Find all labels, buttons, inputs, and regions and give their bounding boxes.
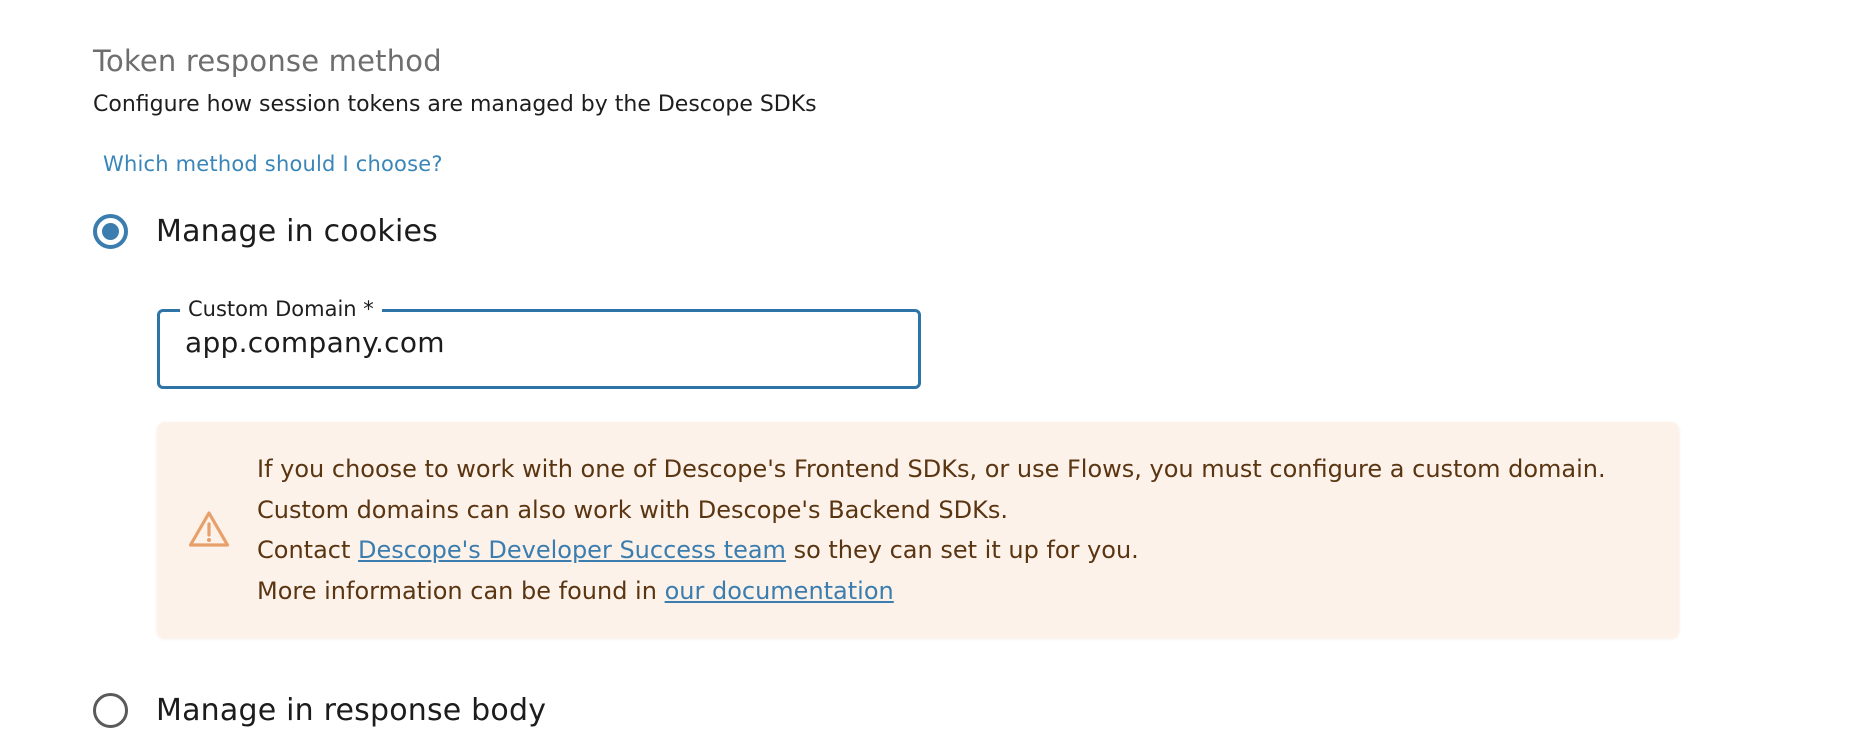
radio-button-cookies-checked[interactable] [93,214,128,249]
warning-triangle-icon [188,511,230,547]
alert-line-4: More information can be found in our doc… [257,571,1606,612]
radio-option-response-body[interactable]: Manage in response body [93,693,546,728]
alert-line-3-prefix: Contact [257,536,359,564]
custom-domain-field[interactable]: Custom Domain * [157,297,921,389]
token-response-method-page: Token response method Configure how sess… [0,0,1876,750]
section-description: Configure how session tokens are managed… [93,92,817,117]
alert-message: If you choose to work with one of Descop… [257,449,1606,611]
alert-line-3-suffix: so they can set it up for you. [785,536,1139,564]
alert-line-1: If you choose to work with one of Descop… [257,455,1606,483]
radio-option-cookies[interactable]: Manage in cookies [93,214,438,249]
documentation-link[interactable]: our documentation [665,577,894,605]
alert-line-2: Custom domains can also work with Descop… [257,495,1008,524]
alert-line-4-prefix: More information can be found in [257,576,665,605]
alert-line-3: Contact Descope's Developer Success team… [257,530,1606,571]
custom-domain-label: Custom Domain * [180,297,382,321]
developer-success-team-link[interactable]: Descope's Developer Success team [358,536,786,564]
radio-label-response-body: Manage in response body [156,693,547,728]
custom-domain-warning-alert: If you choose to work with one of Descop… [157,422,1679,638]
custom-domain-input[interactable] [185,326,885,359]
which-method-help-link[interactable]: Which method should I choose? [103,152,443,176]
radio-label-cookies: Manage in cookies [156,214,438,249]
section-title: Token response method [93,44,442,78]
radio-button-response-body-unchecked[interactable] [93,693,128,728]
